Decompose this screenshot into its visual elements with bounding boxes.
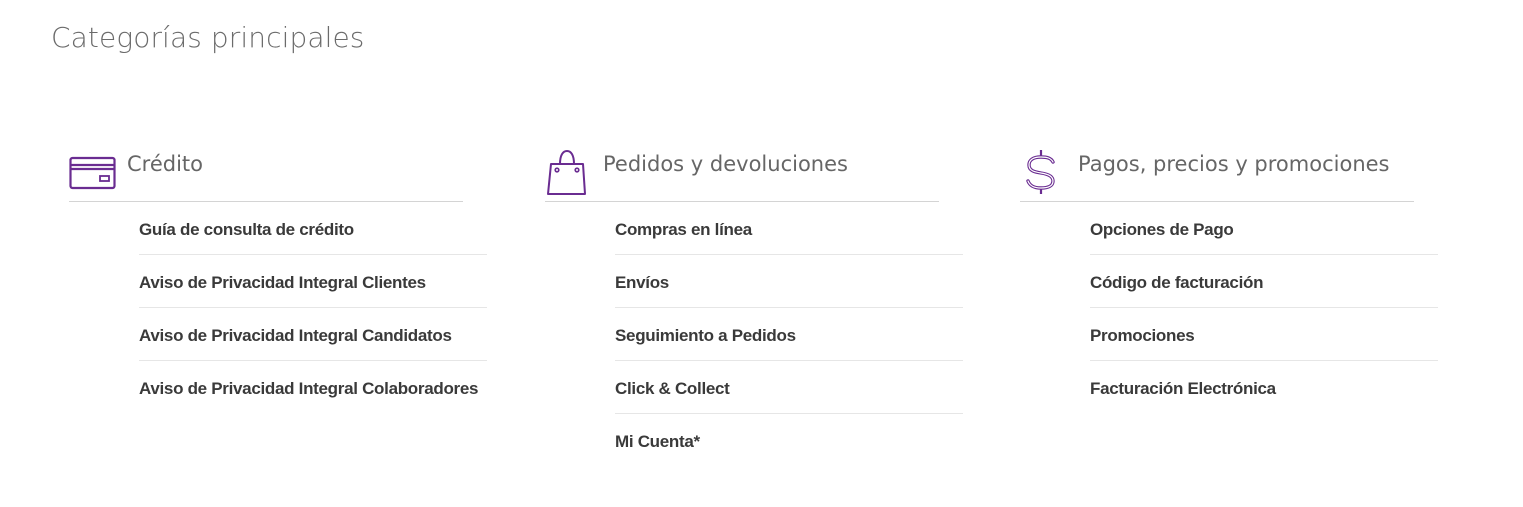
list-item: Click & Collect bbox=[615, 361, 963, 414]
credit-card-icon bbox=[69, 156, 116, 190]
category-title: Pagos, precios y promociones bbox=[1078, 152, 1390, 176]
link-mi-cuenta[interactable]: Mi Cuenta* bbox=[615, 414, 963, 452]
list-item: Aviso de Privacidad Integral Colaborador… bbox=[139, 361, 487, 414]
list-item: Compras en línea bbox=[615, 202, 963, 255]
page-title: Categorías principales bbox=[51, 21, 365, 54]
list-item: Mi Cuenta* bbox=[615, 414, 963, 467]
dollar-sign-icon bbox=[1026, 150, 1055, 194]
category-header-credito[interactable]: Crédito bbox=[69, 146, 463, 202]
list-item: Seguimiento a Pedidos bbox=[615, 308, 963, 361]
list-item: Envíos bbox=[615, 255, 963, 308]
link-aviso-privacidad-colaboradores[interactable]: Aviso de Privacidad Integral Colaborador… bbox=[139, 361, 487, 399]
link-envios[interactable]: Envíos bbox=[615, 255, 963, 293]
list-item: Opciones de Pago bbox=[1090, 202, 1438, 255]
link-opciones-pago[interactable]: Opciones de Pago bbox=[1090, 202, 1438, 240]
link-promociones[interactable]: Promociones bbox=[1090, 308, 1438, 346]
category-pagos: Pagos, precios y promociones Opciones de… bbox=[1020, 146, 1440, 414]
category-pedidos: Pedidos y devoluciones Compras en línea … bbox=[545, 146, 965, 467]
link-facturacion-electronica[interactable]: Facturación Electrónica bbox=[1090, 361, 1438, 399]
category-link-list: Guía de consulta de crédito Aviso de Pri… bbox=[139, 202, 487, 414]
shopping-bag-icon bbox=[547, 149, 586, 195]
category-credito: Crédito Guía de consulta de crédito Avis… bbox=[69, 146, 489, 414]
category-link-list: Opciones de Pago Código de facturación P… bbox=[1090, 202, 1438, 414]
list-item: Aviso de Privacidad Integral Clientes bbox=[139, 255, 487, 308]
list-item: Facturación Electrónica bbox=[1090, 361, 1438, 414]
list-item: Código de facturación bbox=[1090, 255, 1438, 308]
category-title: Crédito bbox=[127, 152, 204, 176]
link-guia-consulta-credito[interactable]: Guía de consulta de crédito bbox=[139, 202, 487, 240]
list-item: Aviso de Privacidad Integral Candidatos bbox=[139, 308, 487, 361]
category-header-pagos[interactable]: Pagos, precios y promociones bbox=[1020, 146, 1414, 202]
link-aviso-privacidad-clientes[interactable]: Aviso de Privacidad Integral Clientes bbox=[139, 255, 487, 293]
link-click-collect[interactable]: Click & Collect bbox=[615, 361, 963, 399]
category-header-pedidos[interactable]: Pedidos y devoluciones bbox=[545, 146, 939, 202]
link-aviso-privacidad-candidatos[interactable]: Aviso de Privacidad Integral Candidatos bbox=[139, 308, 487, 346]
link-seguimiento-pedidos[interactable]: Seguimiento a Pedidos bbox=[615, 308, 963, 346]
category-title: Pedidos y devoluciones bbox=[603, 152, 848, 176]
category-link-list: Compras en línea Envíos Seguimiento a Pe… bbox=[615, 202, 963, 467]
list-item: Promociones bbox=[1090, 308, 1438, 361]
link-compras-en-linea[interactable]: Compras en línea bbox=[615, 202, 963, 240]
link-codigo-facturacion[interactable]: Código de facturación bbox=[1090, 255, 1438, 293]
list-item: Guía de consulta de crédito bbox=[139, 202, 487, 255]
